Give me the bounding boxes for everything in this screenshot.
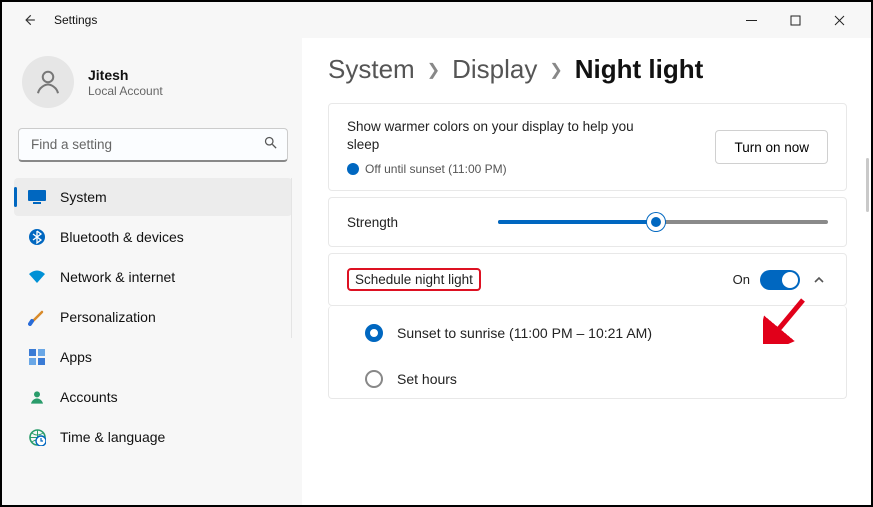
radio-label: Set hours: [397, 371, 457, 387]
radio-label: Sunset to sunrise (11:00 PM – 10:21 AM): [397, 325, 652, 341]
avatar: [22, 56, 74, 108]
schedule-options: Sunset to sunrise (11:00 PM – 10:21 AM) …: [328, 306, 847, 399]
display-icon: [28, 188, 46, 206]
toggle-state-text: On: [733, 272, 750, 287]
strength-slider[interactable]: [498, 212, 828, 232]
info-icon: [347, 163, 359, 175]
crumb-system[interactable]: System: [328, 54, 415, 85]
schedule-toggle[interactable]: [760, 270, 800, 290]
titlebar: Settings: [2, 2, 871, 38]
brush-icon: [28, 308, 46, 326]
radio-icon: [365, 324, 383, 342]
close-button[interactable]: [817, 4, 861, 36]
crumb-current: Night light: [575, 54, 704, 85]
radio-set-hours[interactable]: Set hours: [365, 360, 846, 392]
sidebar-item-label: Time & language: [60, 429, 165, 445]
chevron-right-icon: ❯: [427, 60, 440, 80]
summary-desc: Show warmer colors on your display to he…: [347, 118, 657, 154]
sidebar-item-label: Accounts: [60, 389, 118, 405]
chevron-right-icon: ❯: [549, 60, 562, 80]
settings-window: Settings Jitesh Local Account: [0, 0, 873, 507]
bluetooth-icon: [28, 228, 46, 246]
strength-label: Strength: [347, 215, 398, 230]
sidebar-divider: [291, 178, 292, 338]
main-panel: System ❯ Display ❯ Night light Show warm…: [302, 38, 871, 505]
sidebar-item-system[interactable]: System: [14, 178, 292, 216]
profile-sub: Local Account: [88, 84, 163, 98]
sidebar-item-accounts[interactable]: Accounts: [14, 378, 292, 416]
scrollbar[interactable]: [866, 158, 869, 212]
radio-icon: [365, 370, 383, 388]
nav-list: System Bluetooth & devices Network & int…: [14, 178, 292, 456]
card-schedule[interactable]: Schedule night light On: [328, 253, 847, 306]
turn-on-now-button[interactable]: Turn on now: [715, 130, 828, 164]
sidebar-item-apps[interactable]: Apps: [14, 338, 292, 376]
content: Jitesh Local Account System Bluetooth & …: [2, 38, 871, 505]
sidebar-item-label: Personalization: [60, 309, 156, 325]
window-controls: [729, 4, 861, 36]
search-icon: [263, 135, 278, 155]
card-strength: Strength: [328, 197, 847, 247]
sidebar-item-label: System: [60, 189, 107, 205]
slider-fill: [498, 220, 656, 224]
sidebar-item-label: Apps: [60, 349, 92, 365]
status-line: Off until sunset (11:00 PM): [347, 162, 657, 176]
sidebar-item-personalization[interactable]: Personalization: [14, 298, 292, 336]
chevron-up-icon[interactable]: [810, 271, 828, 289]
radio-sunset-sunrise[interactable]: Sunset to sunrise (11:00 PM – 10:21 AM): [365, 314, 846, 360]
sidebar-item-time[interactable]: Time & language: [14, 418, 292, 456]
card-summary: Show warmer colors on your display to he…: [328, 103, 847, 191]
maximize-button[interactable]: [773, 4, 817, 36]
schedule-label: Schedule night light: [347, 268, 481, 291]
sidebar-item-label: Bluetooth & devices: [60, 229, 184, 245]
wifi-icon: [28, 268, 46, 286]
breadcrumb: System ❯ Display ❯ Night light: [328, 54, 847, 85]
profile[interactable]: Jitesh Local Account: [14, 46, 292, 126]
globe-clock-icon: [28, 428, 46, 446]
status-text: Off until sunset (11:00 PM): [365, 162, 507, 176]
crumb-display[interactable]: Display: [452, 54, 537, 85]
person-icon: [28, 388, 46, 406]
sidebar: Jitesh Local Account System Bluetooth & …: [2, 38, 302, 505]
profile-text: Jitesh Local Account: [88, 67, 163, 98]
window-title: Settings: [54, 13, 97, 27]
search-wrap: [18, 128, 288, 162]
profile-name: Jitesh: [88, 67, 163, 83]
back-button[interactable]: [18, 9, 40, 31]
sidebar-item-network[interactable]: Network & internet: [14, 258, 292, 296]
sidebar-item-bluetooth[interactable]: Bluetooth & devices: [14, 218, 292, 256]
minimize-button[interactable]: [729, 4, 773, 36]
apps-icon: [28, 348, 46, 366]
sidebar-item-label: Network & internet: [60, 269, 175, 285]
search-input[interactable]: [18, 128, 288, 162]
slider-thumb[interactable]: [647, 213, 665, 231]
